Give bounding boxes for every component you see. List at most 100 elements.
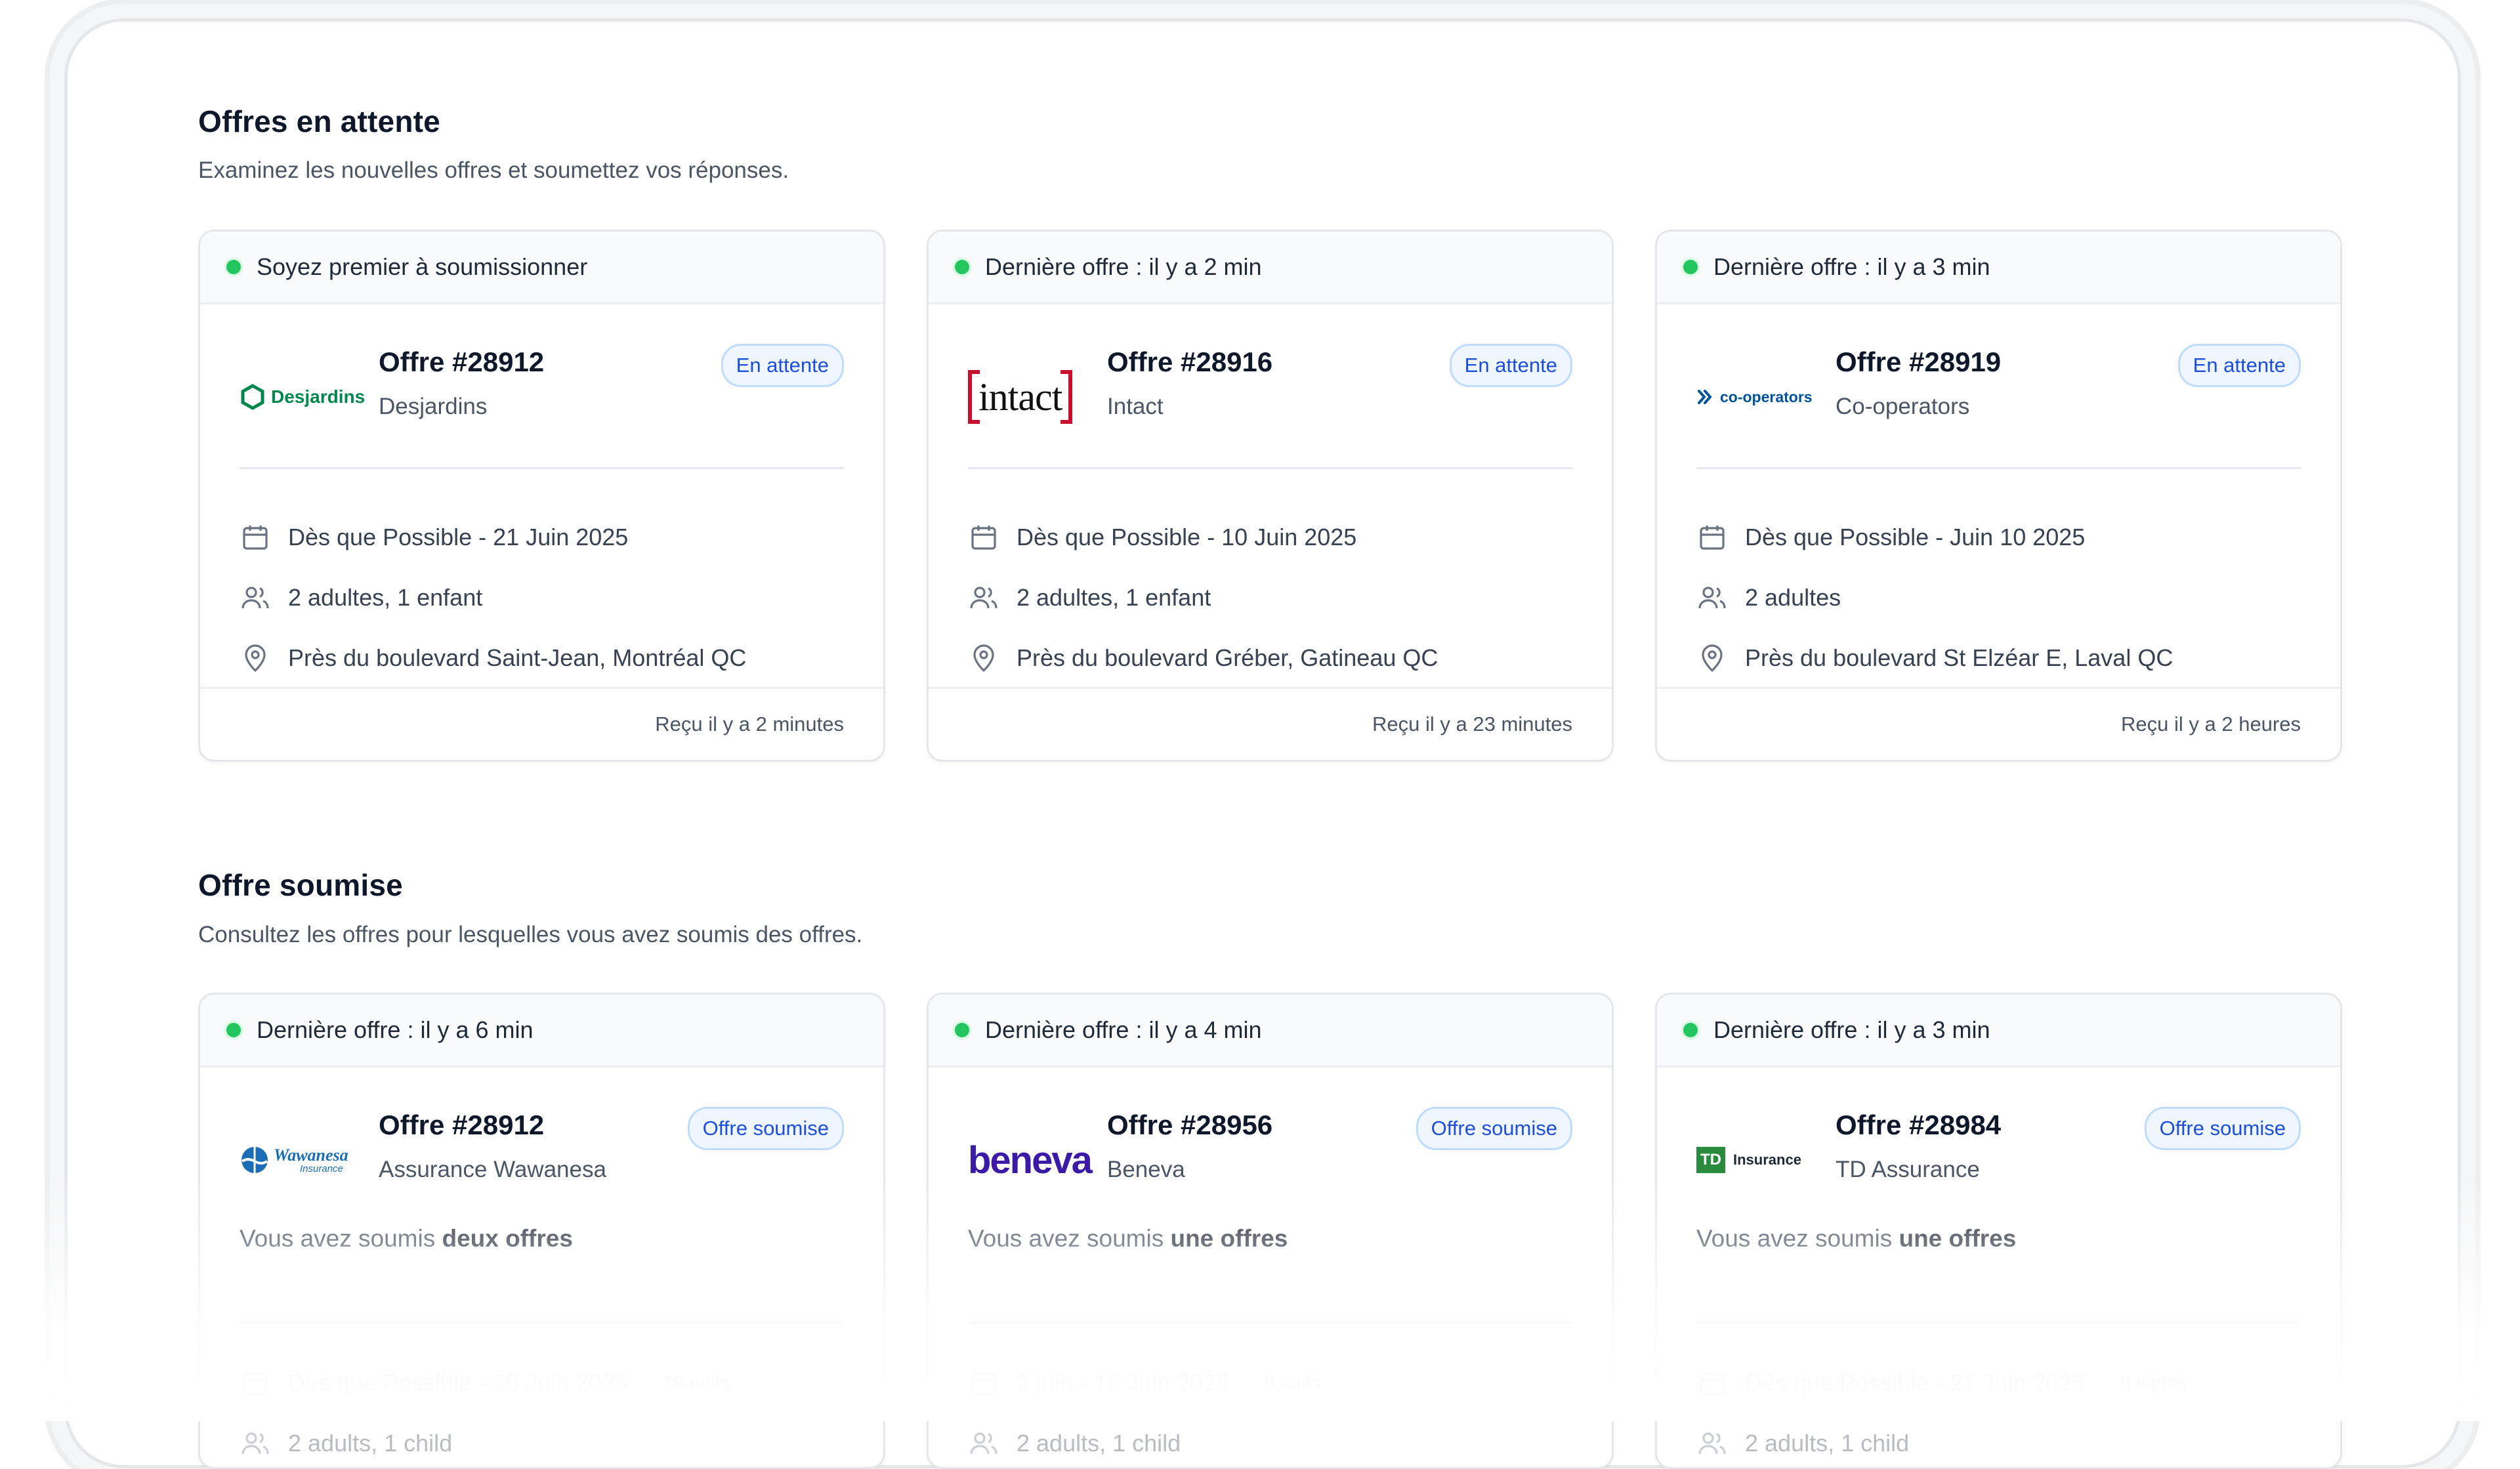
calendar-icon [1700,1371,1725,1396]
submitted-section-subtitle: Consultez les offres pour lesquelles vou… [198,922,863,947]
calendar-icon [971,526,996,550]
guests-row: 2 adults, 1 child [968,1413,1572,1467]
location-row: Près du boulevard St Elzéar E, Laval QC [1696,628,2301,688]
card-header-text: Dernière offre : il y a 3 min [1713,1016,1990,1043]
users-icon [1698,1432,1726,1455]
location-text: Près du boulevard Gréber, Gatineau QC [1017,644,1438,671]
guests-text: 2 adultes [1745,584,1841,611]
submitted-count: une offres [1170,1225,1288,1252]
status-badge: En attente [721,344,844,387]
map-pin-icon [973,644,994,672]
status-dot-icon [226,1023,241,1037]
guests-row: 2 adultes [1696,568,2301,628]
td-insurance-logo: TD Insurance [1696,1130,1828,1190]
submitted-count-text: Vous avez soumis une offres [1696,1225,2301,1322]
guests-row: 2 adultes, 1 enfant [240,568,844,628]
dates-row: Dès que Possible - 21 Juin 2025 [240,507,844,568]
status-dot-icon [1683,260,1698,274]
nights-pill: 8 nuits [1249,1363,1335,1403]
calendar-icon [243,1371,268,1396]
card-header: Soyez premier à soumissionner [200,232,883,304]
status-badge: Offre soumise [687,1107,844,1150]
dates-row: Dès que Possible - Juin 10 2025 [1696,507,2301,568]
td-logo-text: Insurance [1733,1151,1801,1168]
nights-pill: 10 nuits [648,1363,745,1403]
users-icon [970,587,998,609]
guests-text: 2 adultes, 1 enfant [1017,584,1211,611]
beneva-logo: beneva [968,1130,1099,1190]
location-row: Près du boulevard Gréber, Gatineau QC [968,628,1572,688]
location-text: Près du boulevard St Elzéar E, Laval QC [1745,644,2174,671]
card-footer: Reçu il y a 2 minutes [200,687,883,760]
submitted-lead: Vous avez soumis [968,1225,1171,1252]
wawanesa-logo-text: Wawanesa [274,1145,348,1165]
users-icon [242,1432,269,1455]
dates-text: Dès que Possible - 21 Juin 2025 [288,524,629,550]
received-time: Reçu il y a 2 heures [2121,713,2301,735]
pending-offer-card[interactable]: Dernière offre : il y a 2 min intact Off… [927,230,1614,762]
dates-text: 2 juin - 10 Juin 2025 [1017,1369,1230,1396]
offer-company: TD Assurance [1836,1157,1980,1182]
beneva-logo-text: beneva [968,1138,1093,1182]
guests-row: 2 adultes, 1 enfant [968,568,1572,628]
status-dot-icon [955,1023,969,1037]
guests-text: 2 adultes, 1 enfant [288,584,483,611]
submitted-count-text: Vous avez soumis une offres [968,1225,1572,1322]
users-icon [242,587,269,609]
status-dot-icon [1683,1023,1698,1037]
location-row: Près du boulevard Saint-Jean, Montréal Q… [240,628,844,688]
card-header: Dernière offre : il y a 6 min [200,995,883,1067]
guests-text: 2 adults, 1 child [1745,1430,1910,1457]
card-footer: Reçu il y a 2 heures [1657,687,2340,760]
dates-row: Dès que Possible - 21 Juin 2025 8 nights [1696,1353,2301,1413]
card-footer: Reçu il y a 23 minutes [929,687,1612,760]
pending-offer-card[interactable]: Dernière offre : il y a 3 min co-operato… [1655,230,2342,762]
received-time: Reçu il y a 2 minutes [655,713,844,735]
offer-number: Offre #28912 [379,346,545,377]
nights-pill: 8 nights [2105,1363,2202,1403]
card-header: Dernière offre : il y a 4 min [929,995,1612,1067]
guests-text: 2 adults, 1 child [1017,1430,1181,1457]
card-header-text: Soyez premier à soumissionner [257,253,588,280]
cooperators-chevron-icon [1698,390,1712,404]
submitted-offer-card[interactable]: Dernière offre : il y a 4 min beneva Off… [927,993,1614,1469]
wawanesa-globe-icon [241,1147,268,1173]
card-header: Dernière offre : il y a 2 min [929,232,1612,304]
desjardins-logo-text: Desjardins [271,386,366,407]
desjardins-logo: Desjardins [240,367,371,426]
offer-company: Intact [1107,394,1164,419]
offer-company: Assurance Wawanesa [379,1157,606,1182]
submitted-offer-card[interactable]: Dernière offre : il y a 6 min Wawanesa I… [198,993,885,1469]
users-icon [970,1432,998,1455]
offer-number: Offre #28919 [1836,346,2002,377]
status-badge: Offre soumise [2144,1107,2301,1150]
wawanesa-logo: Wawanesa Insurance [240,1130,371,1190]
received-time: Reçu il y a 23 minutes [1372,713,1572,735]
offer-number: Offre #28916 [1107,346,1273,377]
cooperators-logo: co-operators [1696,367,1828,426]
intact-logo-text: intact [978,375,1062,419]
offer-number: Offre #28956 [1107,1109,1273,1140]
calendar-icon [243,526,268,550]
status-badge: En attente [2177,344,2301,387]
submitted-count-text: Vous avez soumis deux offres [240,1225,844,1322]
intact-logo: intact [968,367,1099,426]
card-header-text: Dernière offre : il y a 3 min [1713,253,1990,280]
guests-row: 2 adults, 1 child [1696,1413,2301,1467]
submitted-lead: Vous avez soumis [240,1225,442,1252]
dates-row: Dès que Possible - 30 Juin 2025 10 nuits [240,1353,844,1413]
status-dot-icon [226,260,241,274]
dates-row: 2 juin - 10 Juin 2025 8 nuits [968,1353,1572,1413]
dates-text: Dès que Possible - 30 Juin 2025 [288,1369,629,1396]
card-header: Dernière offre : il y a 3 min [1657,232,2340,304]
status-badge: Offre soumise [1416,1107,1572,1150]
location-text: Près du boulevard Saint-Jean, Montréal Q… [288,644,747,671]
map-pin-icon [245,644,266,672]
submitted-offer-card[interactable]: Dernière offre : il y a 3 min TD Insuran… [1655,993,2342,1469]
pending-offer-card[interactable]: Soyez premier à soumissionner Desjardins… [198,230,885,762]
status-badge: En attente [1449,344,1572,387]
wawanesa-logo-subtext: Insurance [300,1163,343,1174]
submitted-count: deux offres [442,1225,573,1252]
card-header-text: Dernière offre : il y a 2 min [985,253,1262,280]
guests-text: 2 adults, 1 child [288,1430,453,1457]
